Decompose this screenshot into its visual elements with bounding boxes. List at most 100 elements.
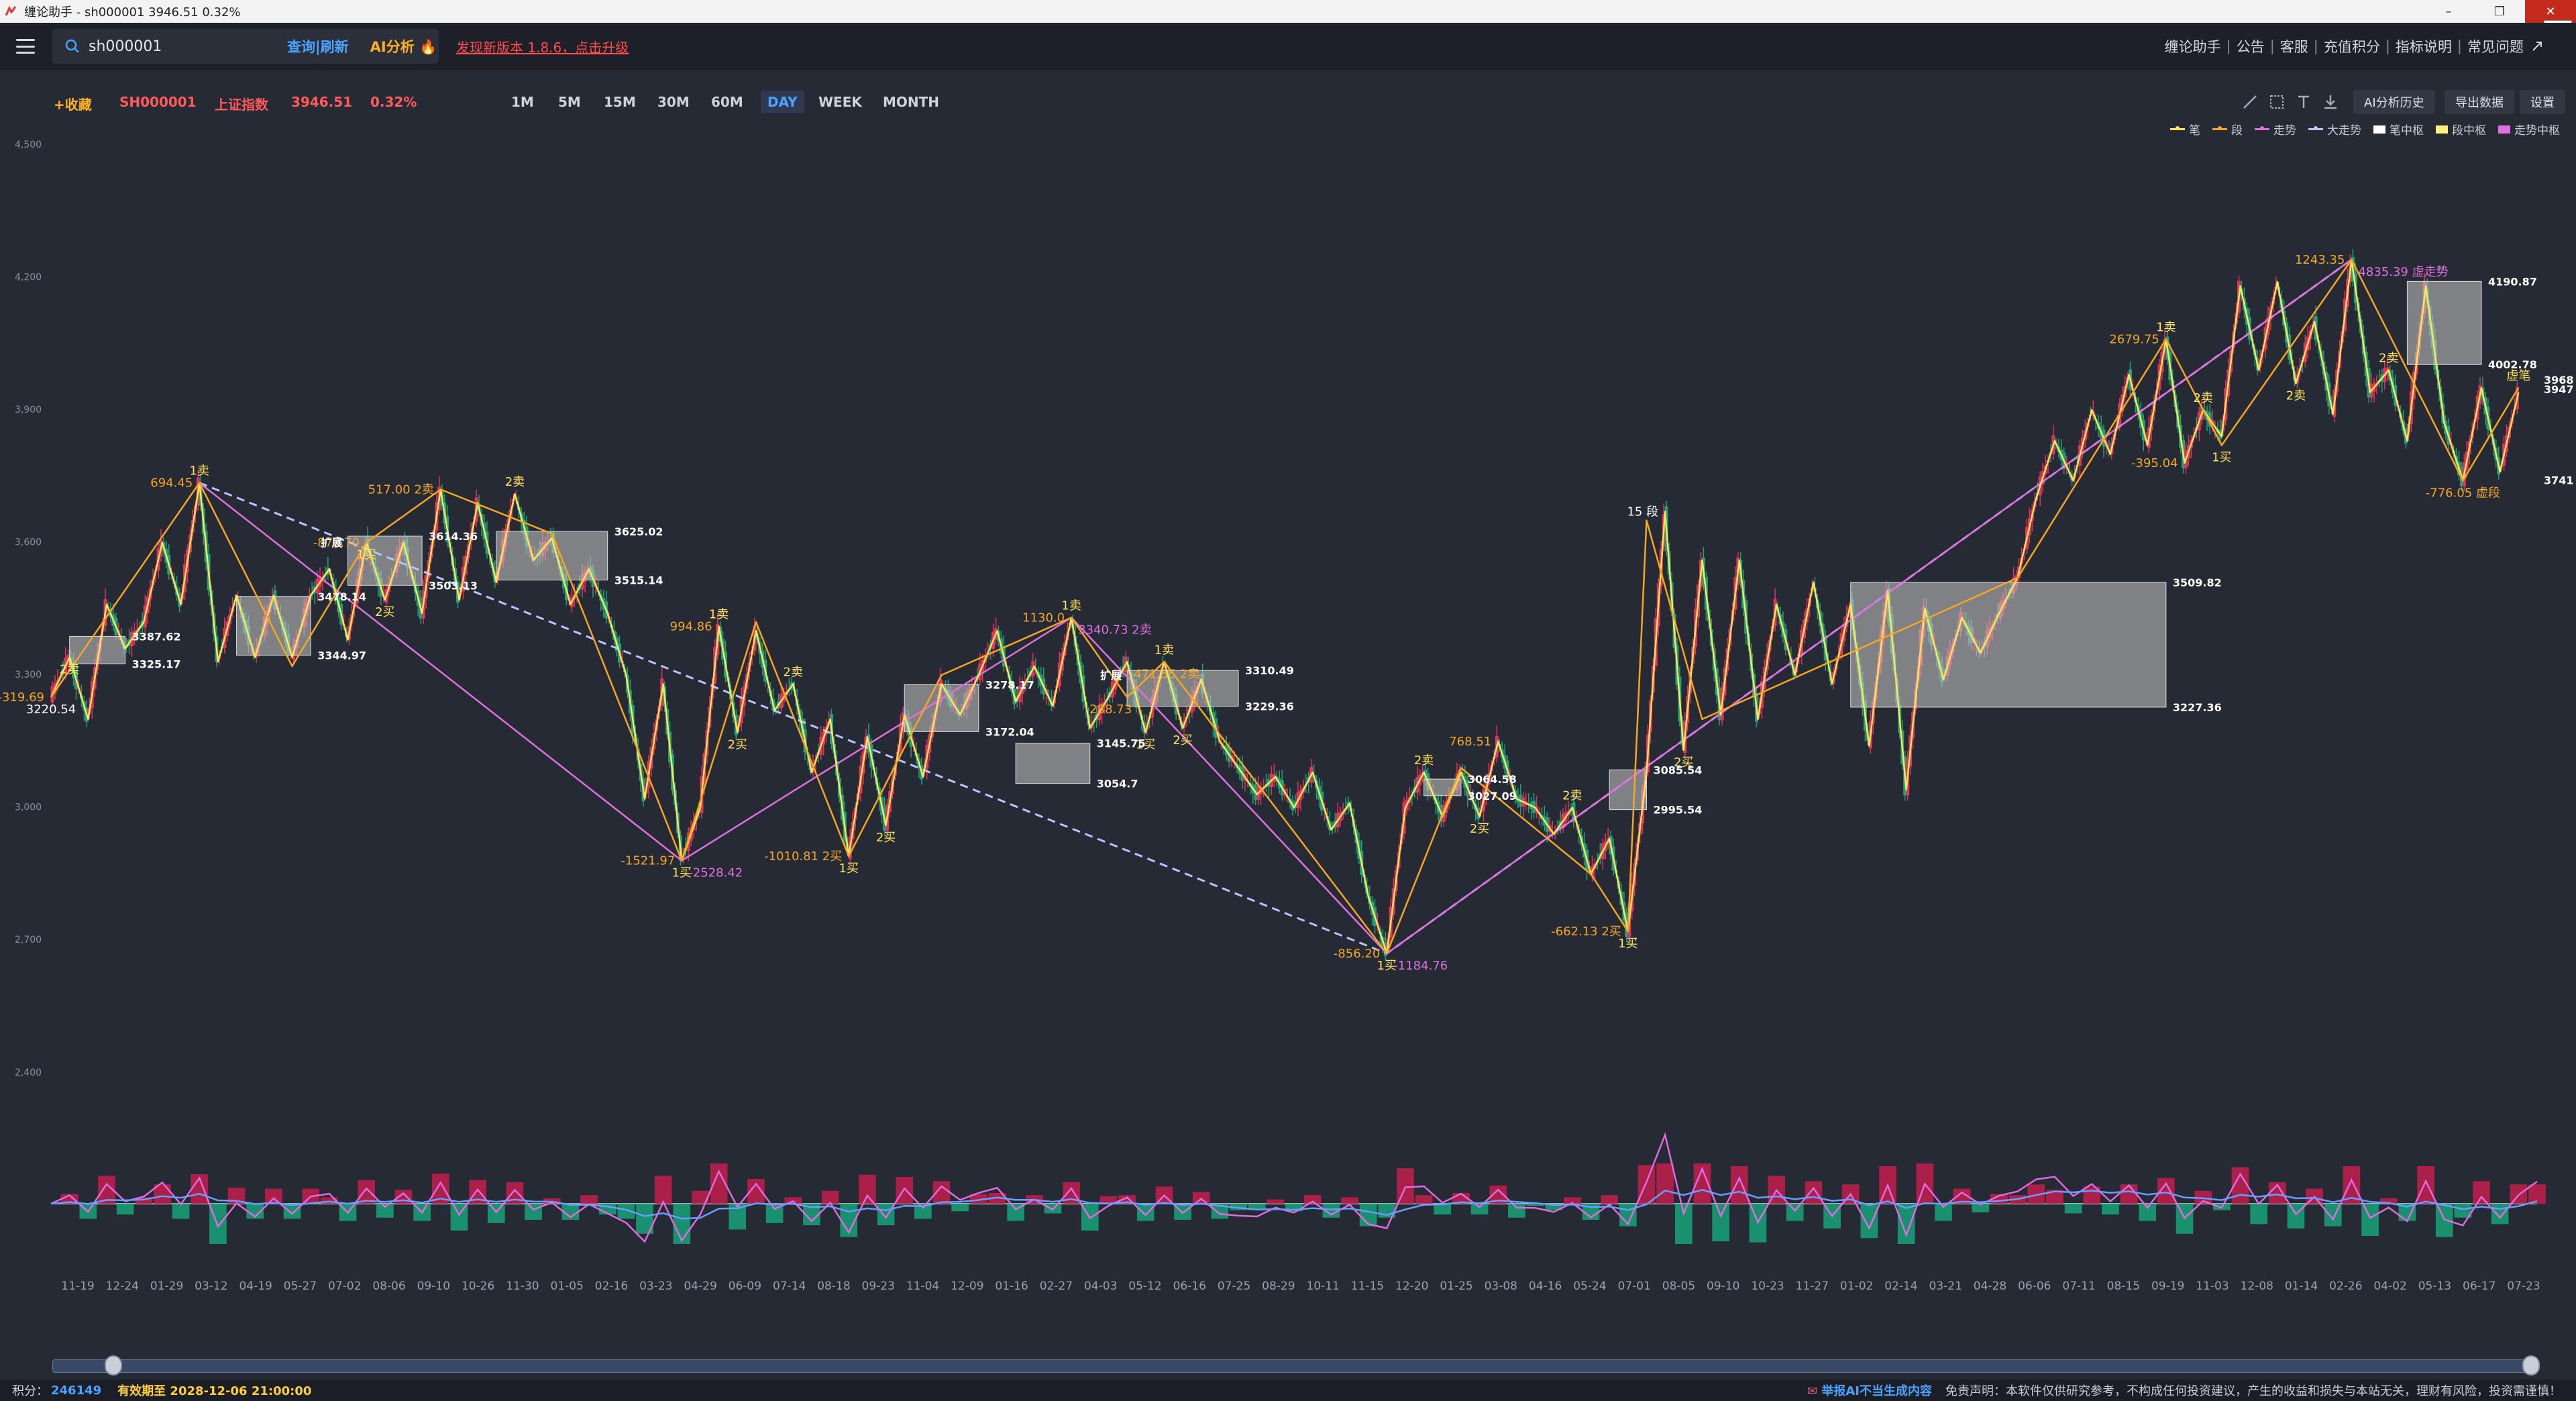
timeframe-60m[interactable]: 60M bbox=[704, 91, 750, 113]
download-icon[interactable] bbox=[2321, 93, 2340, 111]
nav-item-indicator-help[interactable]: 指标说明 bbox=[2396, 36, 2452, 56]
x-tick-label: 04-16 bbox=[1529, 1280, 1562, 1293]
macd-histogram-bar bbox=[2417, 1166, 2434, 1204]
price-label: 3325.17 bbox=[132, 658, 181, 671]
x-tick-label: 09-23 bbox=[862, 1280, 895, 1293]
macd-histogram-bar bbox=[2120, 1184, 2138, 1204]
favorite-button[interactable]: +收藏 bbox=[54, 94, 92, 113]
y-tick-label: 3,900 bbox=[15, 405, 42, 415]
price-label: 2995.54 bbox=[1653, 804, 1702, 817]
x-tick-label: 09-10 bbox=[1707, 1280, 1739, 1293]
x-tick-label: 09-19 bbox=[2151, 1280, 2184, 1293]
price-label: 3509.82 bbox=[2173, 576, 2222, 589]
x-tick-label: 08-15 bbox=[2107, 1280, 2140, 1293]
macd-histogram-bar bbox=[1805, 1181, 1823, 1204]
app-header: 查询|刷新 AI分析 🔥 发现新版本 1.8.6，点击升级 缠论助手| 公告| … bbox=[0, 23, 2576, 70]
x-tick-label: 12-08 bbox=[2241, 1280, 2273, 1293]
select-box-icon[interactable] bbox=[2267, 93, 2286, 111]
x-tick-label: 01-29 bbox=[150, 1280, 183, 1293]
price-label: 3172.04 bbox=[985, 725, 1034, 738]
price-change: 0.32% bbox=[370, 94, 417, 110]
chart-annotation: -1010.81 2买 bbox=[764, 849, 842, 864]
x-tick-label: 04-02 bbox=[2373, 1280, 2406, 1293]
chan-chart[interactable]: 4,500 4,200 3,900 3,600 3,300 3,000 2,700 2,400… bbox=[0, 115, 2576, 1343]
menu-icon[interactable] bbox=[16, 39, 35, 54]
time-range-scrollbar[interactable] bbox=[52, 1354, 2540, 1377]
draw-line-icon[interactable] bbox=[2241, 93, 2259, 111]
mail-icon: ✉ bbox=[1807, 1384, 1822, 1398]
timeframe-15m[interactable]: 15M bbox=[597, 91, 643, 113]
y-tick-label: 4,200 bbox=[15, 272, 42, 282]
timeframe-5m[interactable]: 5M bbox=[551, 91, 588, 113]
x-tick-label: 02-16 bbox=[595, 1280, 628, 1293]
timeframe-day[interactable]: DAY bbox=[761, 91, 804, 113]
scroll-track[interactable] bbox=[52, 1359, 2534, 1373]
nav-item-home[interactable]: 缠论助手 bbox=[2165, 36, 2221, 56]
ai-analysis-button[interactable]: AI分析 🔥 bbox=[370, 36, 437, 56]
price-label: 3387.62 bbox=[132, 630, 181, 643]
chart-annotation: 2卖 bbox=[2193, 391, 2212, 405]
chart-canvas[interactable]: 4,500 4,200 3,900 3,600 3,300 3,000 2,700 2,400… bbox=[0, 115, 2576, 1343]
macd-histogram-bar bbox=[1359, 1204, 1377, 1227]
share-icon[interactable] bbox=[2530, 40, 2544, 53]
x-tick-label: 11-19 bbox=[61, 1280, 94, 1293]
macd-histogram-bar bbox=[1638, 1165, 1656, 1204]
x-tick-label: 07-14 bbox=[773, 1280, 806, 1293]
ai-history-button[interactable]: AI分析历史 bbox=[2353, 90, 2435, 114]
macd-histogram-bar bbox=[1786, 1204, 1804, 1221]
x-tick-label: 01-16 bbox=[995, 1280, 1028, 1293]
x-tick-label: 02-14 bbox=[1884, 1280, 1917, 1293]
chart-annotation: 2卖 bbox=[2286, 388, 2306, 403]
chart-annotation: 694.45 bbox=[150, 476, 193, 490]
chart-annotation: -662.13 2买 bbox=[1551, 925, 1621, 939]
nav-item-service[interactable]: 客服 bbox=[2280, 36, 2308, 56]
x-tick-label: 06-16 bbox=[1173, 1280, 1206, 1293]
timeframe-1m[interactable]: 1M bbox=[504, 91, 541, 113]
price-label: 3947 bbox=[2544, 383, 2574, 396]
macd-histogram-bar bbox=[2139, 1204, 2157, 1221]
expiry-text: 有效期至 2028-12-06 21:00:00 bbox=[117, 1384, 312, 1398]
chart-annotation: 2买 bbox=[728, 738, 747, 752]
x-tick-label: 11-30 bbox=[506, 1280, 539, 1293]
search-box: 查询|刷新 AI分析 🔥 bbox=[52, 29, 439, 64]
scroll-handle-left[interactable] bbox=[105, 1355, 122, 1376]
nav-item-recharge[interactable]: 充值积分 bbox=[2324, 36, 2380, 56]
search-icon bbox=[65, 39, 79, 53]
macd-histogram-bar bbox=[1601, 1195, 1618, 1204]
price-label: 3054.7 bbox=[1097, 778, 1138, 790]
x-tick-label: 07-02 bbox=[328, 1280, 361, 1293]
x-tick-label: 04-28 bbox=[1974, 1280, 2006, 1293]
macd-histogram-bar bbox=[2491, 1204, 2509, 1225]
top-nav: 缠论助手 | 公告 | 客服 | 充值积分 | 指标说明 | 常见问题 bbox=[2165, 23, 2544, 70]
upgrade-link[interactable]: 发现新版本 1.8.6，点击升级 bbox=[456, 37, 629, 56]
chart-annotation: 994.86 bbox=[670, 620, 712, 634]
text-tool-icon[interactable] bbox=[2294, 93, 2313, 111]
x-tick-label: 11-03 bbox=[2196, 1280, 2229, 1293]
chart-annotation: 4835.39 虚走势 bbox=[2358, 265, 2448, 279]
x-tick-label: 10-11 bbox=[1306, 1280, 1339, 1293]
timeframe-month[interactable]: MONTH bbox=[876, 91, 946, 113]
points-label: 积分： bbox=[12, 1384, 48, 1398]
search-input[interactable] bbox=[89, 38, 283, 55]
maximize-button[interactable]: ❐ bbox=[2474, 0, 2525, 23]
close-button[interactable]: ✕ bbox=[2525, 0, 2576, 23]
x-tick-label: 07-25 bbox=[1218, 1280, 1250, 1293]
settings-button[interactable]: 设置 bbox=[2520, 90, 2565, 114]
query-refresh-button[interactable]: 查询|刷新 bbox=[287, 36, 349, 56]
minimize-button[interactable]: – bbox=[2423, 0, 2474, 23]
y-tick-label: 2,400 bbox=[15, 1068, 42, 1078]
x-tick-label: 04-29 bbox=[684, 1280, 716, 1293]
report-ai-link[interactable]: ✉ 举报AI不当生成内容 bbox=[1807, 1382, 1932, 1399]
price-label: 3741 bbox=[2544, 474, 2574, 487]
timeframe-week[interactable]: WEEK bbox=[812, 91, 869, 113]
timeframe-30m[interactable]: 30M bbox=[651, 91, 696, 113]
macd-histogram-bar bbox=[525, 1204, 542, 1220]
nav-item-notice[interactable]: 公告 bbox=[2237, 36, 2265, 56]
status-bar: 积分： 246149 有效期至 2028-12-06 21:00:00 ✉ 举报… bbox=[0, 1380, 2576, 1401]
export-data-button[interactable]: 导出数据 bbox=[2445, 90, 2514, 114]
nav-item-faq[interactable]: 常见问题 bbox=[2467, 36, 2524, 56]
scroll-handle-right[interactable] bbox=[2522, 1355, 2540, 1376]
chart-annotation: -856.20 bbox=[1334, 947, 1380, 961]
chart-annotation: 3340.73 2卖 bbox=[1078, 623, 1152, 637]
macd-histogram-bar bbox=[116, 1204, 134, 1214]
